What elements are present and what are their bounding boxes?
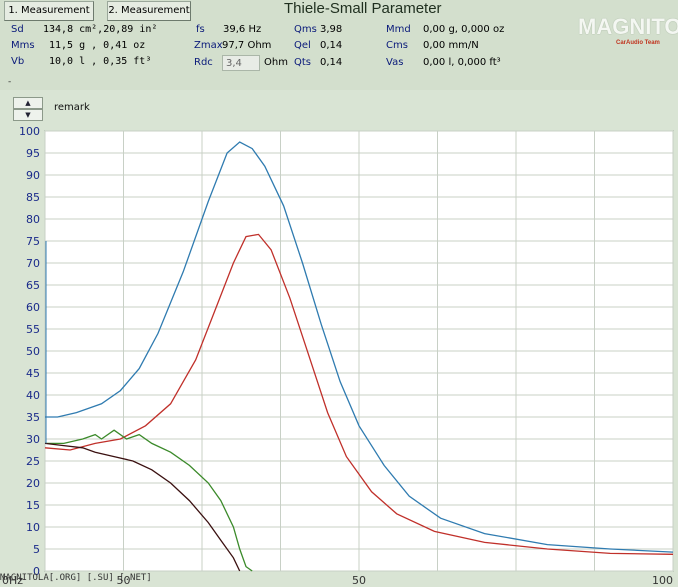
remark-bar <box>0 94 678 122</box>
cms-value: 0,00 mm/N <box>423 40 479 51</box>
y-tick-label: 95 <box>26 147 40 160</box>
mms-label: Mms <box>11 40 35 51</box>
y-tick-label: 70 <box>26 257 40 270</box>
page-title: Thiele-Small Parameter <box>284 0 442 17</box>
rdc-label: Rdc <box>194 57 213 68</box>
remark-label: remark <box>54 102 90 113</box>
footer-watermark: MAGNITOLA[.ORG] [.SU] [.NET] <box>0 573 152 583</box>
brand-logo: MAGNITOLA <box>578 14 678 39</box>
y-tick-label: 20 <box>26 477 40 490</box>
fs-label: fs <box>196 24 205 35</box>
y-tick-label: 30 <box>26 433 40 446</box>
y-tick-label: 45 <box>26 367 40 380</box>
qts-label: Qts <box>294 57 312 68</box>
impedance-chart: 0510152025303540455055606570758085909510… <box>2 125 674 587</box>
vas-label: Vas <box>386 57 404 68</box>
y-tick-label: 85 <box>26 191 40 204</box>
y-tick-label: 25 <box>26 455 40 468</box>
qms-value: 3,98 <box>320 24 343 35</box>
remark-spinner[interactable]: ▲ ▼ <box>13 97 43 121</box>
y-tick-label: 35 <box>26 411 40 424</box>
mms-value: 11,5 g , 0,41 oz <box>49 40 146 51</box>
qel-label: Qel <box>294 40 311 51</box>
vb-label: Vb <box>11 56 25 67</box>
x-tick-label: 50 <box>352 574 366 587</box>
x-tick-label: 100 <box>652 574 673 587</box>
y-tick-label: 60 <box>26 301 40 314</box>
y-tick-label: 15 <box>26 499 40 512</box>
y-tick-label: 100 <box>19 125 40 138</box>
brand-logo-subtitle: CarAudio Team <box>616 40 660 46</box>
tab-measurement-2[interactable]: 2. Measurement <box>107 1 191 21</box>
y-tick-label: 50 <box>26 345 40 358</box>
y-tick-label: 75 <box>26 235 40 248</box>
fs-value: 39,6 Hz <box>223 24 262 35</box>
sd-value: 134,8 cm²,20,89 in² <box>43 24 158 35</box>
sd-label: Sd <box>11 24 24 35</box>
y-tick-label: 5 <box>33 543 40 556</box>
qel-value: 0,14 <box>320 40 343 51</box>
y-tick-label: 65 <box>26 279 40 292</box>
zmax-value: 97,7 Ohm <box>222 40 272 51</box>
rdc-input[interactable] <box>222 55 260 71</box>
cms-label: Cms <box>386 40 408 51</box>
qms-label: Qms <box>294 24 317 35</box>
y-tick-label: 40 <box>26 389 40 402</box>
spin-down-icon[interactable]: ▼ <box>13 109 43 121</box>
y-tick-label: 55 <box>26 323 40 336</box>
mmd-label: Mmd <box>386 24 411 35</box>
status-marker: - <box>8 77 12 87</box>
tab-measurement-1[interactable]: 1. Measurement <box>4 1 94 21</box>
mmd-value: 0,00 g, 0,000 oz <box>423 24 505 35</box>
zmax-label: Zmax <box>194 40 223 51</box>
qts-value: 0,14 <box>320 57 343 68</box>
spin-up-icon[interactable]: ▲ <box>13 97 43 109</box>
rdc-unit: Ohm <box>264 57 288 68</box>
vas-value: 0,00 l, 0,000 ft³ <box>423 57 501 68</box>
y-tick-label: 10 <box>26 521 40 534</box>
y-tick-label: 80 <box>26 213 40 226</box>
vb-value: 10,0 l , 0,35 ft³ <box>49 56 152 67</box>
y-tick-label: 90 <box>26 169 40 182</box>
